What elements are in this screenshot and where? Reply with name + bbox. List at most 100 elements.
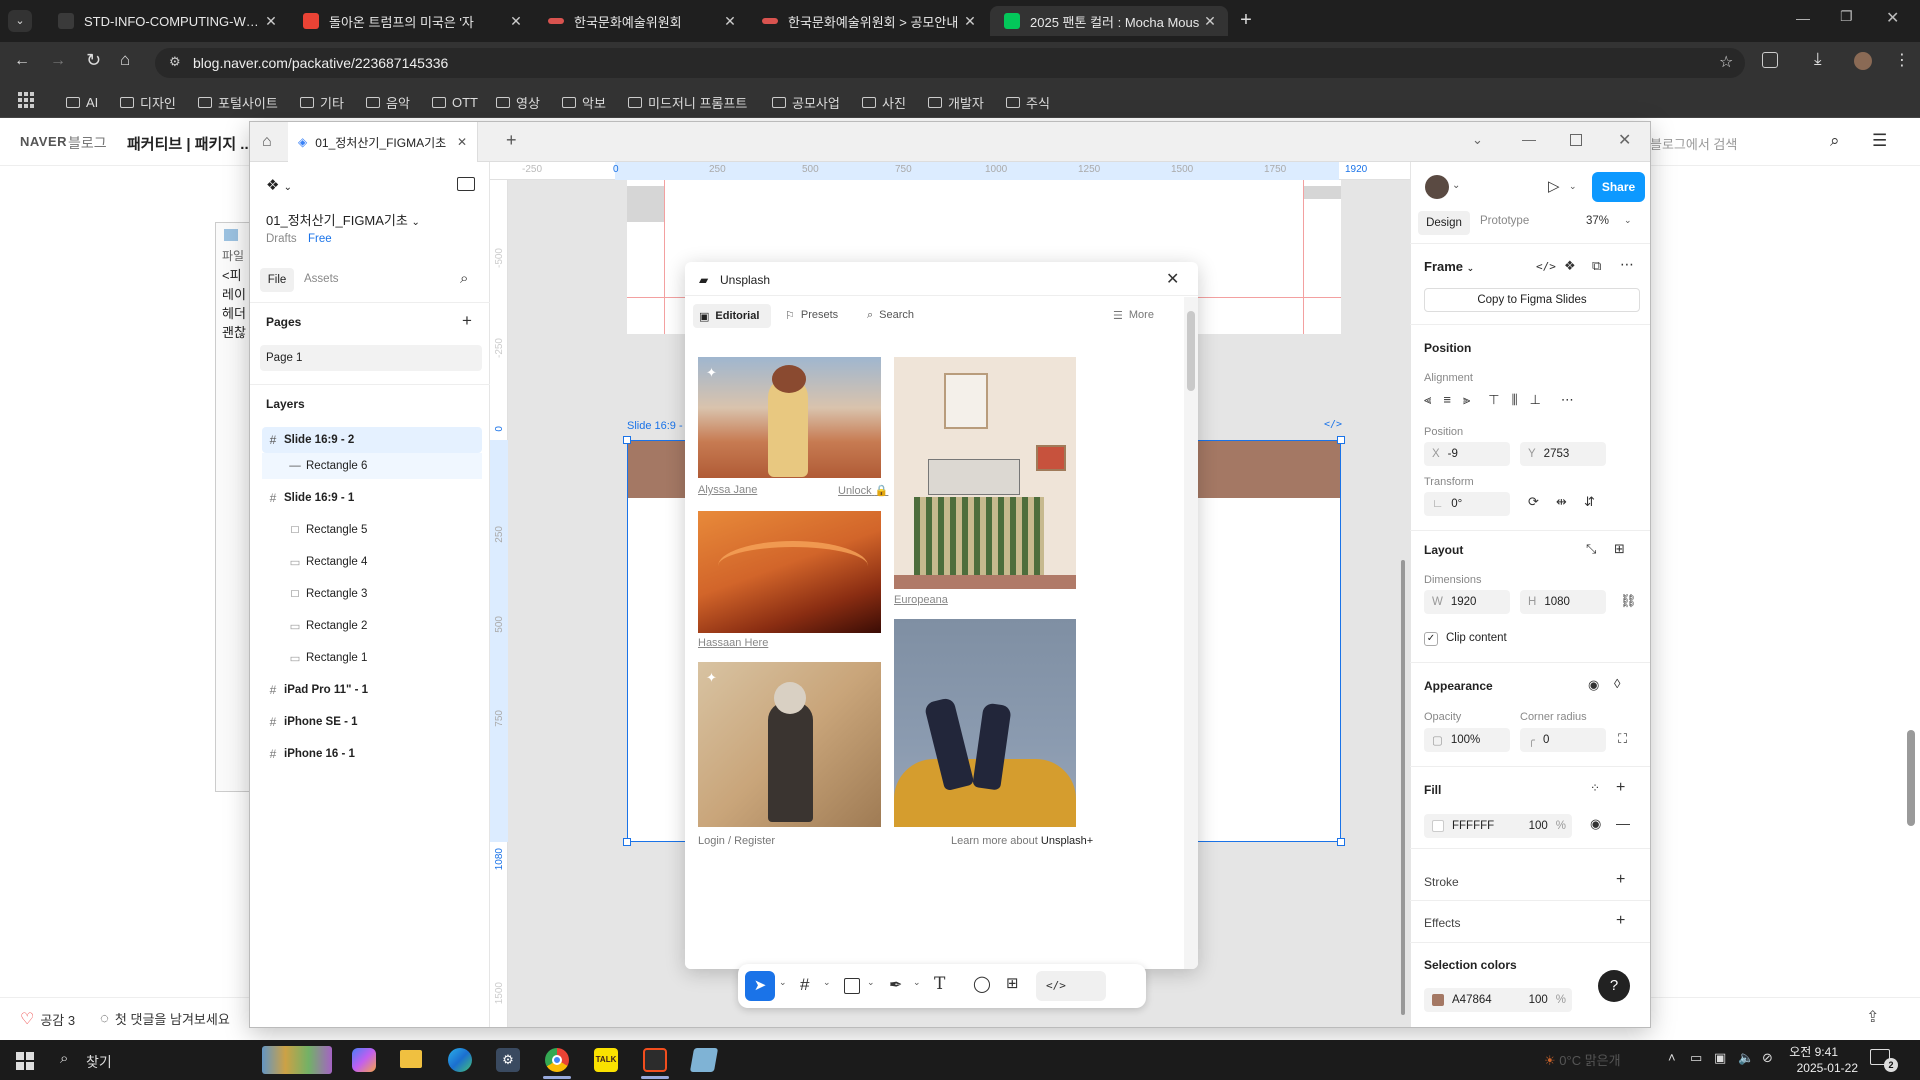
resize-handle[interactable] [1337,436,1345,444]
copy-to-slides-button[interactable]: Copy to Figma Slides [1424,288,1640,312]
blend-mode-drop-icon[interactable]: ◊ [1614,676,1620,691]
rotation-field[interactable]: ∟ 0° [1424,492,1510,516]
close-icon[interactable]: ✕ [1202,13,1218,30]
apps-grid-icon[interactable] [18,92,34,108]
independent-corners-icon[interactable]: ⛶ [1618,731,1627,747]
minimize-window-button[interactable]: — [1796,10,1810,26]
y-position-field[interactable]: Y 2753 [1520,442,1606,466]
x-position-field[interactable]: X -9 [1424,442,1510,466]
maximize-window-button[interactable] [1570,134,1582,146]
rectangle-shape[interactable] [1304,186,1341,199]
photo-person-sitting[interactable]: ✦ [698,662,881,827]
url-text[interactable]: blog.naver.com/packative/223687145336 [193,55,448,71]
bookmark-folder[interactable]: 악보 [562,92,606,112]
add-stroke-button[interactable]: + [1616,871,1625,889]
fill-swatch[interactable] [1432,820,1444,832]
chevron-down-icon[interactable]: ⌄ [823,977,831,988]
align-middle-icon[interactable]: ⫼ [1512,392,1518,414]
tab-assets[interactable]: Assets [304,273,339,285]
terminal-app-icon[interactable]: ⚙ [496,1048,520,1072]
width-field[interactable]: W 1920 [1424,590,1510,614]
photo-credit[interactable]: Hassaan Here [698,637,768,649]
bookmark-folder[interactable]: 공모사업 [772,92,840,112]
close-icon[interactable]: ✕ [263,13,279,30]
site-info-icon[interactable]: ⚙ [169,54,181,70]
more-menu[interactable]: ☰ More [1113,309,1154,322]
text-tool-icon[interactable]: T [934,974,945,994]
extensions-icon[interactable] [1762,52,1778,68]
canvas-scrollbar[interactable] [1401,560,1405,1015]
resize-handle[interactable] [623,436,631,444]
chevron-down-icon[interactable]: ⌄ [1472,132,1483,148]
layer-item-rectangle-3[interactable]: □ Rectangle 3 [262,581,482,607]
photo-credit[interactable]: Alyssa Jane [698,484,757,496]
unlock-link[interactable]: Unlock 🔒 [838,484,888,497]
taskbar-search[interactable]: 찾기 [86,1052,112,1072]
bookmark-folder[interactable]: 음악 [366,92,410,112]
actions-tool-icon[interactable]: ⊞ [1006,974,1019,992]
visibility-eye-icon[interactable]: ◉ [1590,816,1601,832]
chevron-down-icon[interactable]: ⌄ [867,977,875,988]
zoom-level[interactable]: 37% [1586,215,1609,227]
rectangle-shape[interactable] [627,186,665,222]
page-item-1[interactable]: Page 1 [260,345,482,371]
search-icon[interactable]: ⌕ [1830,131,1840,151]
learn-more-link[interactable]: Learn more about Unsplash+ [951,835,1093,847]
speaker-icon[interactable]: 🔈 [1738,1050,1754,1066]
fit-content-icon[interactable]: ⤡ [1586,541,1596,557]
profile-avatar[interactable] [1854,52,1872,70]
close-window-button[interactable]: ✕ [1886,8,1899,28]
tab-file[interactable]: File [260,268,294,292]
sidebar-toggle-icon[interactable] [457,177,475,191]
bookmark-star-icon[interactable]: ☆ [1719,52,1733,72]
display-icon[interactable]: ▣ [1714,1050,1726,1066]
edge-icon[interactable] [448,1048,472,1072]
back-icon[interactable]: ← [14,52,30,70]
blog-title[interactable]: 패커티브 | 패키지 ... [127,133,249,154]
file-explorer-icon[interactable] [400,1050,422,1068]
plugin-scrollbar[interactable] [1184,297,1198,969]
figma-file-tab[interactable]: ◈ 01_정처산기_FIGMA기초 ✕ [288,122,478,162]
network-icon[interactable]: ⊘ [1762,1050,1773,1066]
address-bar[interactable]: ⚙ blog.naver.com/packative/223687145336 … [155,48,1745,78]
weather-widget[interactable]: ☀ 0°C 맑은개 [1544,1050,1621,1069]
frame-type-selector[interactable]: Frame ⌄ [1424,259,1474,274]
pen-tool-icon[interactable]: ✒ [889,975,902,995]
layer-item-rectangle-1[interactable]: ▭ Rectangle 1 [262,645,482,671]
chevron-up-icon[interactable]: ˄ [1668,1050,1676,1065]
browser-tab-active[interactable]: 2025 팬톤 컬러 : Mocha Mous ✕ [990,6,1228,36]
chevron-down-icon[interactable]: ⌄ [1452,180,1460,191]
component-icon[interactable]: ❖ [1564,258,1576,274]
chevron-down-icon[interactable]: ⌄ [1569,181,1577,192]
widgets-image[interactable] [262,1046,332,1074]
menu-icon[interactable]: ⋮ [1894,50,1910,70]
tab-search-button[interactable]: ⌄ [8,10,32,32]
scrollbar-thumb[interactable] [1187,311,1195,391]
dev-mode-toggle[interactable]: </> [1036,971,1106,1001]
comment-tool-icon[interactable]: ◯ [973,974,991,994]
tab-presets[interactable]: ⚐ Presets [785,309,838,322]
browser-tab[interactable]: 한국문화예술위원회 > 공모안내 ✕ [748,6,988,36]
present-play-icon[interactable]: ▷ [1548,177,1560,195]
rotate-90-icon[interactable]: ⟳ [1528,494,1539,510]
layer-item-slide-2[interactable]: # Slide 16:9 - 2 [262,427,482,453]
search-icon[interactable]: ⌕ [460,270,468,287]
align-right-icon[interactable]: ⫸ [1463,392,1470,414]
clock-time[interactable]: 오전 9:41 [1786,1043,1838,1060]
height-field[interactable]: H 1080 [1520,590,1606,614]
close-icon[interactable]: ✕ [1166,269,1179,289]
corner-radius-field[interactable]: ╭ 0 [1520,728,1606,752]
browser-tab[interactable]: 돌아온 트럼프의 미국은 '자 ✕ [289,6,534,36]
dev-mode-code-icon[interactable]: </> [1324,419,1342,430]
close-icon[interactable]: ✕ [962,13,978,30]
styles-grid-icon[interactable]: ⁘ [1590,781,1600,795]
reload-icon[interactable]: ↻ [86,50,101,71]
home-icon[interactable]: ⌂ [120,50,130,70]
photo-alyssa-jane[interactable]: ✦ [698,357,881,478]
blog-link[interactable]: 블로그 [68,133,107,153]
tab-search[interactable]: ⌕ Search [867,309,914,322]
comment-button[interactable]: ◌ 첫 댓글을 남겨보세요 [100,1009,230,1028]
align-top-icon[interactable]: ⊤ [1488,392,1499,414]
search-icon[interactable]: ⌕ [60,1050,68,1067]
opacity-field[interactable]: ▢ 100% [1424,728,1510,752]
